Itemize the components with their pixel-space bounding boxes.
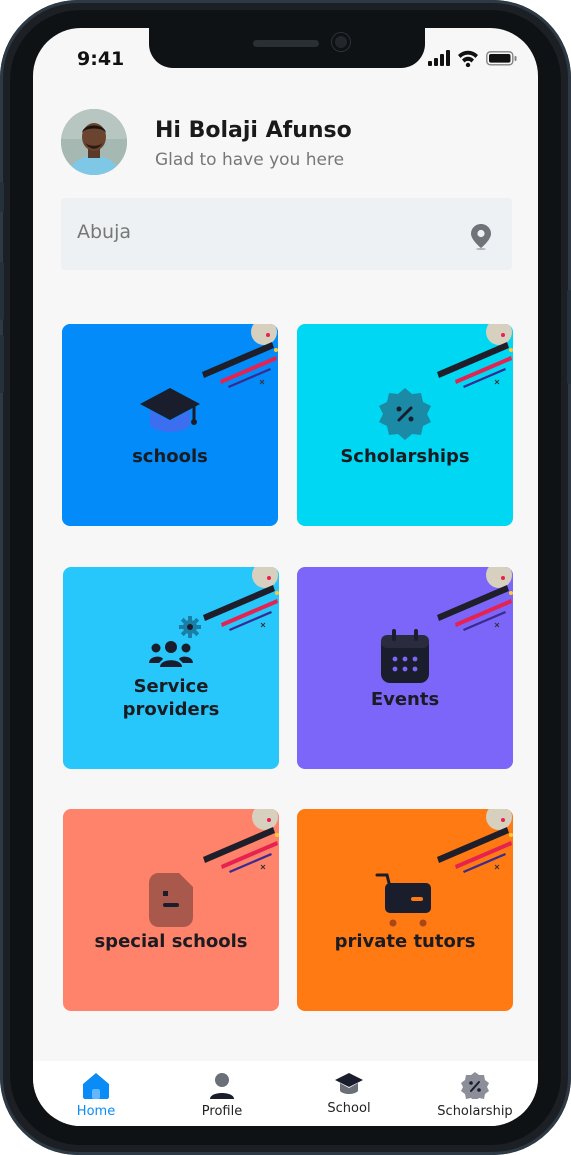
- front-camera: [332, 33, 350, 51]
- volume-down-button: [0, 335, 4, 393]
- nav-label: School: [327, 1101, 371, 1116]
- location-pin-icon[interactable]: [471, 224, 491, 250]
- card-label: private tutors: [334, 931, 476, 952]
- notch: [149, 28, 425, 68]
- card-scholarships[interactable]: Scholarships: [297, 324, 513, 526]
- graduation-cap-icon: [335, 1073, 363, 1094]
- location-search[interactable]: [61, 198, 512, 270]
- greeting-title: Hi Bolaji Afunso: [155, 118, 352, 143]
- speaker-grille: [253, 40, 319, 47]
- greeting-subtitle: Glad to have you here: [155, 150, 345, 170]
- card-schools[interactable]: schools: [62, 324, 278, 526]
- volume-up-button: [0, 262, 4, 320]
- card-label: special schools: [94, 931, 248, 952]
- status-time: 9:41: [77, 48, 125, 70]
- nav-label: Profile: [201, 1104, 243, 1119]
- wifi-icon: [458, 50, 478, 67]
- bottom-navigation: Home Profile School Scholarship: [33, 1061, 538, 1126]
- card-label: schools: [132, 446, 208, 467]
- shopping-cart-icon: [375, 873, 431, 927]
- nav-label: Scholarship: [437, 1104, 513, 1119]
- discount-badge-icon: [379, 388, 431, 440]
- card-service-providers[interactable]: Service providers: [63, 567, 279, 769]
- user-photo: [61, 109, 127, 175]
- decorative-pattern: [437, 809, 513, 873]
- phone-mockup: 9:41 Hi Bolaji Afunso Glad to have you h…: [0, 0, 571, 1155]
- document-icon: [149, 873, 193, 927]
- card-events[interactable]: Events: [297, 567, 513, 769]
- service-providers-icon: [149, 616, 201, 667]
- nav-label: Home: [76, 1104, 116, 1119]
- cellular-signal-icon: [428, 50, 450, 66]
- app-screen: 9:41 Hi Bolaji Afunso Glad to have you h…: [33, 28, 538, 1126]
- card-label: Events: [370, 689, 440, 710]
- decorative-pattern: [437, 324, 513, 388]
- card-label-line: Service: [133, 676, 209, 697]
- card-special-schools[interactable]: special schools: [63, 809, 279, 1011]
- card-private-tutors[interactable]: private tutors: [297, 809, 513, 1011]
- nav-item-home[interactable]: Home: [36, 1061, 156, 1126]
- location-input[interactable]: [75, 220, 459, 244]
- decorative-pattern: [203, 809, 279, 873]
- nav-item-scholarship[interactable]: Scholarship: [415, 1061, 535, 1126]
- nav-item-profile[interactable]: Profile: [162, 1061, 282, 1126]
- graduation-cap-icon: [140, 388, 200, 432]
- decorative-pattern: [437, 567, 513, 631]
- mute-switch: [0, 182, 4, 212]
- avatar[interactable]: [61, 109, 127, 175]
- discount-badge-icon: [461, 1072, 489, 1099]
- calendar-icon: [381, 629, 429, 683]
- decorative-pattern: [202, 324, 278, 388]
- battery-icon: [486, 51, 517, 66]
- nav-item-school[interactable]: School: [289, 1061, 409, 1126]
- card-label: Service providers: [63, 675, 279, 721]
- profile-icon: [210, 1073, 234, 1099]
- status-icons: [428, 50, 517, 67]
- home-icon: [83, 1073, 109, 1099]
- card-label-line: providers: [122, 699, 220, 720]
- card-label: Scholarships: [340, 446, 470, 467]
- power-button: [567, 290, 571, 384]
